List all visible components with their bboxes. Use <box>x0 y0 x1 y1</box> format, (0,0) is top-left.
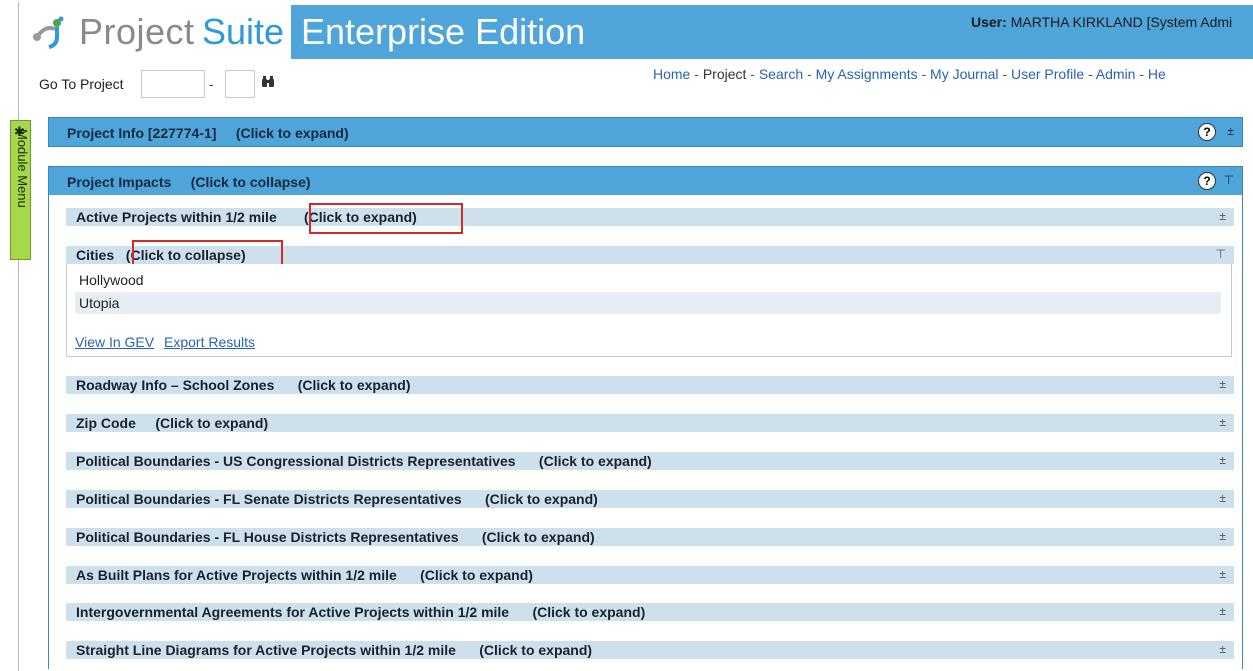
impact-title: As Built Plans for Active Projects withi… <box>76 567 533 583</box>
export-results-link[interactable]: Export Results <box>164 334 255 350</box>
impact-title-text: Straight Line Diagrams for Active Projec… <box>76 642 456 658</box>
nav-search[interactable]: Search <box>759 66 803 82</box>
nav-sep: - <box>1084 66 1096 82</box>
expand-icon[interactable]: ± <box>1219 604 1226 618</box>
expand-icon[interactable]: ± <box>1219 567 1226 581</box>
top-nav: Home - Project - Search - My Assignments… <box>653 66 1166 82</box>
project-impacts-title-text: Project Impacts <box>67 174 172 190</box>
user-label: User: MARTHA KIRKLAND [System Admi <box>971 14 1232 30</box>
impact-title: Straight Line Diagrams for Active Projec… <box>76 642 592 658</box>
goto-project-input[interactable] <box>141 70 205 98</box>
nav-sep: - <box>1135 66 1148 82</box>
project-info-header[interactable]: Project Info [227774-1] (Click to expand… <box>48 117 1243 147</box>
impact-intergovernmental-agreements[interactable]: Intergovernmental Agreements for Active … <box>66 603 1234 621</box>
user-prefix: User: <box>971 14 1007 30</box>
expand-icon[interactable]: ± <box>1219 529 1226 543</box>
logo-text-suite: Suite <box>202 11 285 52</box>
module-menu-tab[interactable]: ✱ Module Menu <box>10 120 31 260</box>
logo-text-edition: Enterprise Edition <box>301 11 586 52</box>
user-name: MARTHA KIRKLAND [System Admi <box>1010 14 1233 30</box>
project-info-action: (Click to expand) <box>235 125 349 141</box>
impact-title: Zip Code (Click to expand) <box>76 415 268 431</box>
impact-action: (Click to expand) <box>532 604 646 620</box>
nav-my-assignments[interactable]: My Assignments <box>816 66 918 82</box>
impact-fl-senate[interactable]: Political Boundaries - FL Senate Distric… <box>66 490 1234 508</box>
module-menu-label: ✱ Module Menu <box>13 125 30 208</box>
nav-sep: - <box>998 66 1011 82</box>
nav-admin[interactable]: Admin <box>1096 66 1136 82</box>
impact-active-projects[interactable]: Active Projects within 1/2 mile (Click t… <box>66 208 1234 226</box>
nav-home[interactable]: Home <box>653 66 690 82</box>
impact-straight-line-diagrams[interactable]: Straight Line Diagrams for Active Projec… <box>66 641 1234 659</box>
project-impacts-header[interactable]: Project Impacts (Click to collapse) ? ⊤ <box>48 166 1243 196</box>
expand-icon[interactable]: ± <box>1219 209 1226 223</box>
binoculars-icon[interactable] <box>261 76 275 91</box>
impact-as-built-plans[interactable]: As Built Plans for Active Projects withi… <box>66 566 1234 584</box>
impact-zip-code[interactable]: Zip Code (Click to expand) ± <box>66 414 1234 432</box>
impact-fl-house[interactable]: Political Boundaries - FL House District… <box>66 528 1234 546</box>
expand-icon[interactable]: ± <box>1219 377 1226 391</box>
project-impacts-title: Project Impacts (Click to collapse) <box>67 174 311 190</box>
module-menu-text: Module Menu <box>15 129 30 208</box>
impact-title: Political Boundaries - FL Senate Distric… <box>76 491 598 507</box>
impact-action: (Click to expand) <box>538 453 652 469</box>
impact-action: (Click to expand) <box>481 529 595 545</box>
cities-panel: Hollywood Utopia View In GEV Export Resu… <box>66 264 1232 357</box>
help-icon[interactable]: ? <box>1198 172 1216 190</box>
impact-title-text: As Built Plans for Active Projects withi… <box>76 567 397 583</box>
impact-title: Political Boundaries - US Congressional … <box>76 453 652 469</box>
impact-action: (Click to expand) <box>485 491 598 507</box>
impact-title-text: Political Boundaries - FL House District… <box>76 529 459 545</box>
list-item: Utopia <box>75 292 1221 314</box>
expand-icon[interactable]: ± <box>1219 491 1226 505</box>
collapse-icon[interactable]: ⊤ <box>1216 247 1226 261</box>
impact-title-text: Cities <box>76 247 115 263</box>
help-icon[interactable]: ? <box>1198 123 1216 141</box>
project-info-title: Project Info [227774-1] (Click to expand… <box>67 125 349 141</box>
nav-help[interactable]: He <box>1148 66 1166 82</box>
impact-title: Intergovernmental Agreements for Active … <box>76 604 645 620</box>
project-impacts-action: (Click to collapse) <box>190 174 311 190</box>
projectsuite-logo-icon <box>33 16 64 49</box>
impact-title: Political Boundaries - FL House District… <box>76 529 595 545</box>
expand-icon[interactable]: ± <box>1219 415 1226 429</box>
impact-action: (Click to expand) <box>479 642 593 658</box>
cities-links: View In GEV Export Results <box>75 334 261 350</box>
impact-roadway-school-zones[interactable]: Roadway Info – School Zones (Click to ex… <box>66 376 1234 394</box>
impact-action: (Click to expand) <box>155 415 269 431</box>
impact-action: (Click to expand) <box>297 377 411 393</box>
expand-icon[interactable]: ± <box>1227 124 1234 138</box>
logo-area: Project Suite <box>19 5 291 59</box>
nav-sep: - <box>917 66 931 82</box>
nav-sep: - <box>746 66 759 82</box>
nav-project[interactable]: Project <box>703 66 747 82</box>
collapse-icon[interactable]: ⊤ <box>1224 173 1234 187</box>
nav-my-journal[interactable]: My Journal <box>930 66 998 82</box>
expand-icon[interactable]: ± <box>1219 453 1226 467</box>
impact-title-text: Active Projects within 1/2 mile <box>76 209 277 225</box>
goto-project-label: Go To Project <box>39 76 124 92</box>
goto-phase-input[interactable] <box>225 70 255 98</box>
logo-text-project: Project <box>79 11 195 52</box>
project-info-title-text: Project Info [227774-1] <box>67 125 217 141</box>
impact-title-text: Political Boundaries - FL Senate Distric… <box>76 491 462 507</box>
expand-icon[interactable]: ± <box>1219 642 1226 656</box>
impact-title-text: Political Boundaries - US Congressional … <box>76 453 516 469</box>
list-item: Hollywood <box>79 272 144 288</box>
nav-sep: - <box>690 66 703 82</box>
impact-title-text: Zip Code <box>76 415 136 431</box>
goto-separator: - <box>209 76 214 92</box>
impact-action: (Click to expand) <box>420 567 533 583</box>
view-in-gev-link[interactable]: View In GEV <box>75 334 154 350</box>
highlight-box <box>309 203 463 234</box>
nav-sep: - <box>803 66 816 82</box>
impact-title: Roadway Info – School Zones (Click to ex… <box>76 377 411 393</box>
app-header: Project Suite Enterprise Edition User: M… <box>19 5 1253 59</box>
impact-title-text: Intergovernmental Agreements for Active … <box>76 604 510 620</box>
impact-title-text: Roadway Info – School Zones <box>76 377 275 393</box>
nav-user-profile[interactable]: User Profile <box>1011 66 1084 82</box>
impact-us-congressional[interactable]: Political Boundaries - US Congressional … <box>66 452 1234 470</box>
